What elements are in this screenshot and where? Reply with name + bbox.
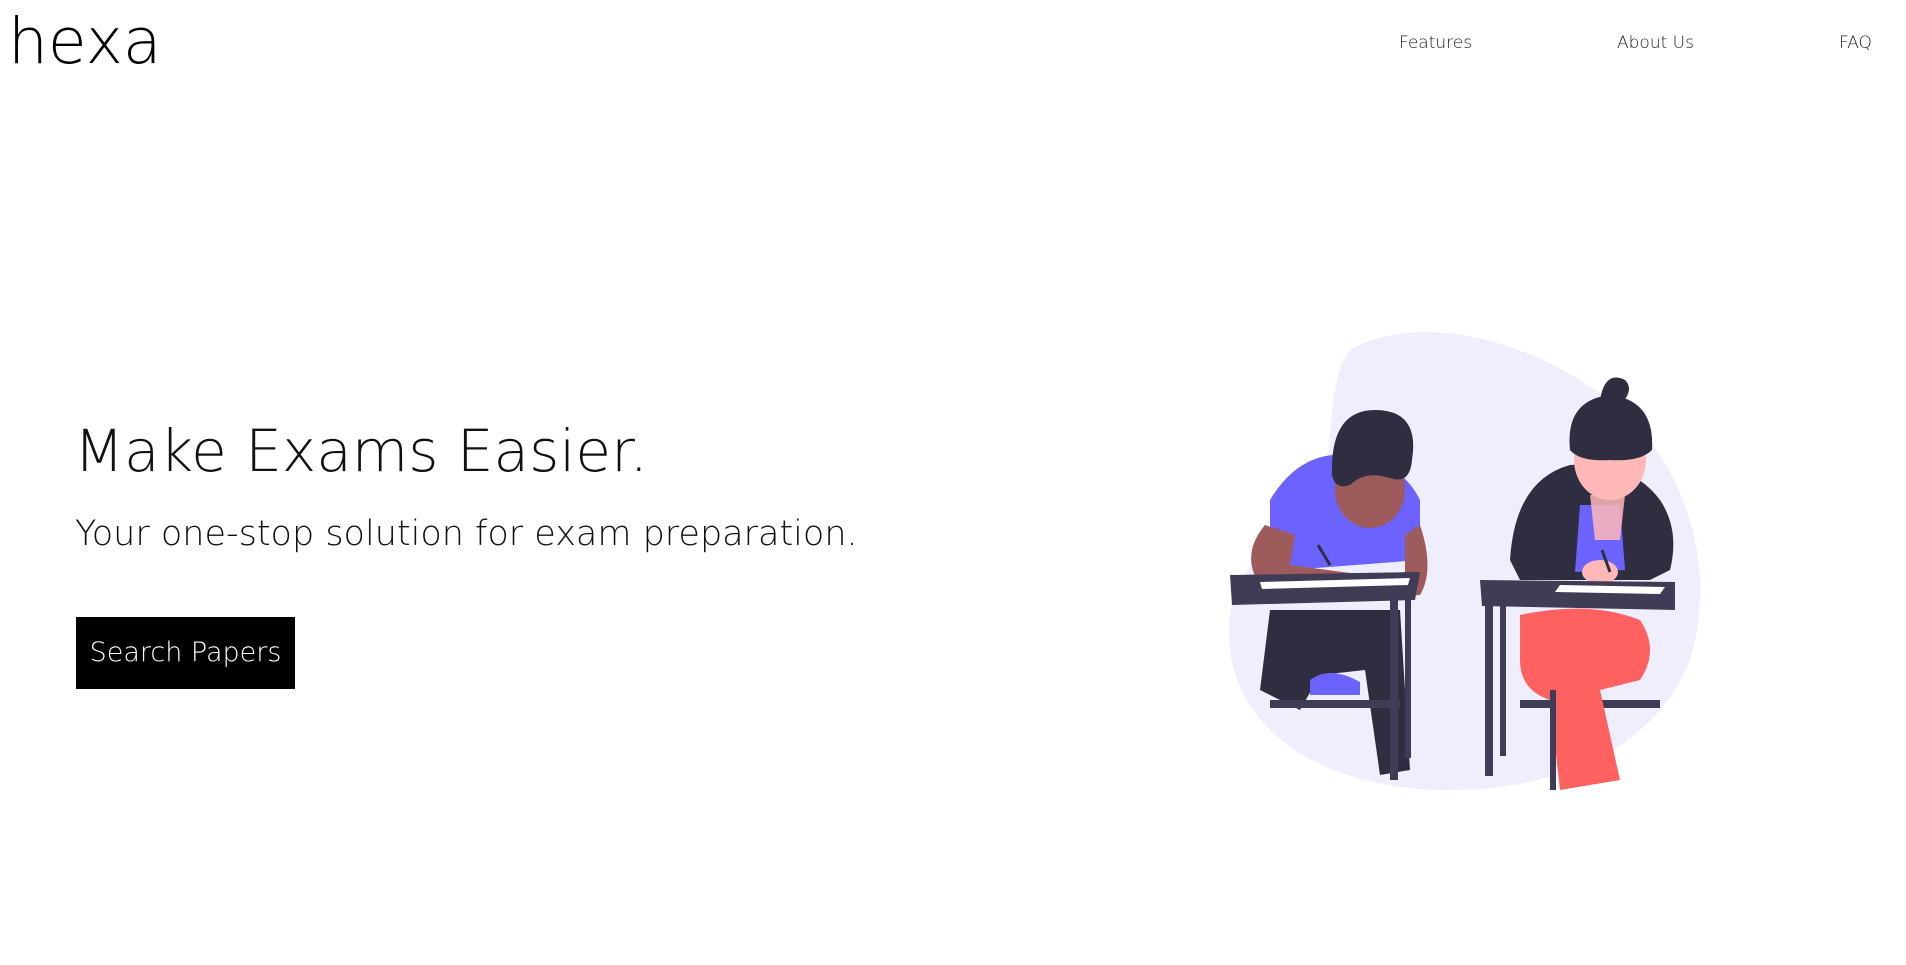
top-nav: Features About Us FAQ [0, 31, 1906, 55]
landing-page: hexa Features About Us FAQ Make Exams Ea… [0, 0, 1906, 965]
hero-title: Make Exams Easier. [74, 417, 649, 485]
students-writing-illustration [1228, 332, 1701, 790]
hero-subtitle: Your one-stop solution for exam preparat… [75, 514, 858, 554]
nav-link-about-us[interactable]: About Us [1617, 31, 1694, 55]
nav-link-features[interactable]: Features [1399, 31, 1472, 55]
nav-link-faq[interactable]: FAQ [1839, 31, 1872, 55]
search-papers-button[interactable]: Search Papers [76, 617, 295, 689]
